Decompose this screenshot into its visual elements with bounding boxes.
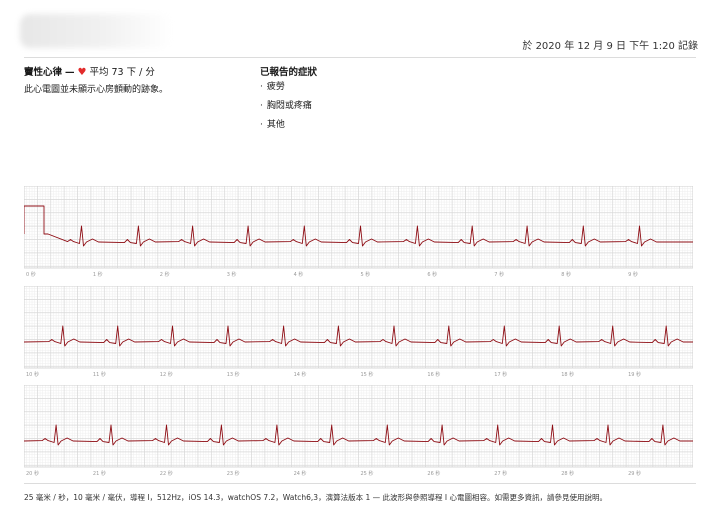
time-label: 25 秒: [361, 470, 374, 477]
symptom-item: 疲勞: [260, 82, 312, 101]
time-label: 16 秒: [427, 371, 440, 378]
header-divider: [24, 57, 696, 58]
ecg-grid: [24, 286, 693, 369]
redacted-name: [20, 14, 172, 48]
time-label: 7 秒: [494, 271, 504, 278]
time-label: 2 秒: [160, 271, 170, 278]
time-label: 9 秒: [628, 271, 638, 278]
time-label: 22 秒: [160, 470, 173, 477]
ecg-strip-2: 10 秒 11 秒 12 秒 13 秒 14 秒 15 秒 16 秒 17 秒 18 秒 19 秒: [24, 286, 693, 378]
time-label: 19 秒: [628, 371, 641, 378]
time-label: 28 秒: [561, 470, 574, 477]
footer-note: 25 毫米 / 秒，10 毫米 / 毫伏，導程 I，512Hz，iOS 14.3…: [24, 493, 607, 502]
time-label: 11 秒: [93, 371, 106, 378]
time-label: 17 秒: [494, 371, 507, 378]
heart-icon: ♥: [77, 67, 87, 78]
result-description: 此心電圖並未顯示心房顫動的跡象。: [24, 85, 169, 95]
symptom-item: 胸悶或疼痛: [260, 101, 312, 120]
time-label: 0 秒: [26, 271, 36, 278]
time-label: 20 秒: [26, 470, 39, 477]
time-label: 1 秒: [93, 271, 103, 278]
time-label: 10 秒: [26, 371, 39, 378]
footer-divider: [24, 483, 696, 484]
ecg-strip-3: 20 秒 21 秒 22 秒 23 秒 24 秒 25 秒 26 秒 27 秒 28 秒 29 秒: [24, 385, 693, 477]
ecg-strip-svg: 10 秒 11 秒 12 秒 13 秒 14 秒 15 秒 16 秒 17 秒 18 秒 19 秒: [24, 286, 693, 378]
ecg-strip-1: 0 秒 1 秒 2 秒 3 秒 4 秒 5 秒 6 秒 7 秒 8 秒 9 秒: [24, 186, 693, 278]
time-label: 3 秒: [227, 271, 237, 278]
time-label: 8 秒: [561, 271, 571, 278]
ecg-strip-svg: 20 秒 21 秒 22 秒 23 秒 24 秒 25 秒 26 秒 27 秒 28 秒 29 秒: [24, 385, 693, 477]
recorded-date: 於 2020 年 12 月 9 日 下午 1:20 記錄: [522, 41, 698, 52]
time-label: 4 秒: [294, 271, 304, 278]
time-label: 29 秒: [628, 470, 641, 477]
time-label: 24 秒: [294, 470, 307, 477]
time-label: 14 秒: [294, 371, 307, 378]
time-label: 6 秒: [427, 271, 437, 278]
time-label: 13 秒: [227, 371, 240, 378]
separator: —: [65, 67, 75, 78]
time-label: 26 秒: [427, 470, 440, 477]
symptoms-title: 已報告的症狀: [260, 67, 318, 78]
time-label: 12 秒: [160, 371, 173, 378]
ecg-grid: [24, 186, 693, 269]
rhythm-classification: 竇性心律 — ♥ 平均 73 下 / 分: [24, 64, 155, 78]
time-label: 23 秒: [227, 470, 240, 477]
rhythm-label: 竇性心律: [24, 67, 63, 78]
report-header: 於 2020 年 12 月 9 日 下午 1:20 記錄: [0, 0, 720, 58]
ecg-grid: [24, 385, 693, 468]
time-label: 15 秒: [361, 371, 374, 378]
time-label: 21 秒: [93, 470, 106, 477]
time-label: 5 秒: [361, 271, 371, 278]
average-heart-rate: 平均 73 下 / 分: [89, 67, 155, 78]
symptom-item: 其他: [260, 120, 312, 139]
symptoms-list: 疲勞 胸悶或疼痛 其他: [260, 82, 312, 139]
time-label: 18 秒: [561, 371, 574, 378]
time-label: 27 秒: [494, 470, 507, 477]
ecg-strip-svg: 0 秒 1 秒 2 秒 3 秒 4 秒 5 秒 6 秒 7 秒 8 秒 9 秒: [24, 186, 693, 278]
